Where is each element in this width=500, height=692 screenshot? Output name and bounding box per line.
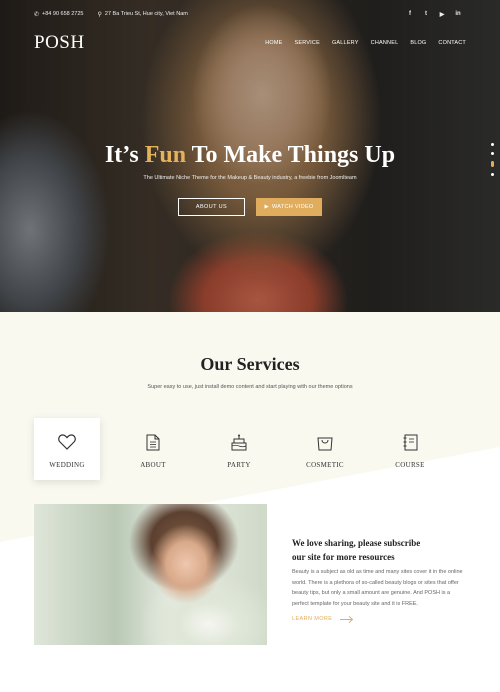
site-logo[interactable]: POSH xyxy=(34,32,85,54)
heart-icon xyxy=(57,432,77,452)
hero-section: ✆ +84 90 658 2725 ⚲ 27 Ba Trieu St, Hue … xyxy=(0,0,500,312)
youtube-icon[interactable]: ▶ xyxy=(434,11,450,18)
feature-title: We love sharing, please subscribe our sit… xyxy=(292,536,462,564)
services-title: Our Services xyxy=(200,354,300,374)
phone-number: +84 90 658 2725 xyxy=(42,11,84,17)
hero-title-end: To Make Things Up xyxy=(186,142,396,168)
service-label: WEDDING xyxy=(49,461,85,469)
feature-text: Beauty is a subject as old as time and m… xyxy=(292,569,463,607)
service-cosmetic[interactable]: COSMETIC xyxy=(292,418,358,480)
service-party[interactable]: PARTY xyxy=(206,418,272,480)
slider-dot[interactable] xyxy=(491,152,494,155)
address-text: 27 Ba Trieu St, Hue city, Viet Nam xyxy=(104,11,188,17)
hero-subtitle: The Ultimate Niche Theme for the Makeup … xyxy=(143,175,357,181)
slider-dot[interactable] xyxy=(491,143,494,146)
play-icon: ▶ xyxy=(264,204,270,210)
arrow-right-icon xyxy=(340,618,353,620)
slider-dot[interactable] xyxy=(491,173,494,176)
location-pin-icon: ⚲ xyxy=(97,11,102,18)
nav-item-service[interactable]: SERVICE xyxy=(295,40,320,46)
service-label: PARTY xyxy=(227,461,251,469)
service-wedding[interactable]: WEDDING xyxy=(34,418,100,480)
hero-title: It’s Fun To Make Things Up xyxy=(0,142,500,169)
nav-item-gallery[interactable]: GALLERY xyxy=(332,40,359,46)
learn-more-link[interactable]: LEARN MORE xyxy=(292,616,353,622)
social-links: f t ▶ in xyxy=(402,11,466,18)
service-course[interactable]: COURSE xyxy=(377,418,443,480)
service-label: ABOUT xyxy=(140,461,166,469)
nav-item-blog[interactable]: BLOG xyxy=(410,40,426,46)
watch-video-label: WATCH VIDEO xyxy=(272,204,314,210)
nav-item-home[interactable]: HOME xyxy=(265,40,282,46)
facebook-icon[interactable]: f xyxy=(402,11,418,18)
notebook-icon xyxy=(400,432,420,452)
hero-title-highlight: Fun xyxy=(144,142,187,168)
phone-contact[interactable]: ✆ +84 90 658 2725 xyxy=(34,11,83,18)
main-nav: HOME SERVICE GALLERY CHANNEL BLOG CONTAC… xyxy=(253,40,466,46)
service-label: COURSE xyxy=(395,461,425,469)
services-subtitle: Super easy to use, just install demo con… xyxy=(147,384,353,390)
learn-more-label: LEARN MORE xyxy=(292,616,333,622)
cake-icon xyxy=(229,432,249,452)
linkedin-icon[interactable]: in xyxy=(450,11,466,18)
shopping-bag-icon xyxy=(315,432,335,452)
feature-title-line2: our site for more resources xyxy=(292,552,395,562)
address-contact: ⚲ 27 Ba Trieu St, Hue city, Viet Nam xyxy=(97,11,187,18)
service-label: COSMETIC xyxy=(306,461,344,469)
phone-icon: ✆ xyxy=(34,11,40,18)
top-bar: ✆ +84 90 658 2725 ⚲ 27 Ba Trieu St, Hue … xyxy=(34,8,466,20)
twitter-icon[interactable]: t xyxy=(418,11,434,18)
nav-item-contact[interactable]: CONTACT xyxy=(438,40,466,46)
slider-dots xyxy=(491,143,494,176)
feature-title-line1: We love sharing, please subscribe xyxy=(292,538,421,548)
hero-title-start: It’s xyxy=(104,142,145,168)
watch-video-button[interactable]: ▶ WATCH VIDEO xyxy=(256,198,322,216)
nav-item-channel[interactable]: CHANNEL xyxy=(371,40,399,46)
bride-photo xyxy=(34,504,267,645)
document-icon xyxy=(143,432,163,452)
about-us-label: ABOUT US xyxy=(195,204,228,210)
service-about[interactable]: ABOUT xyxy=(120,418,186,480)
slider-dot-active[interactable] xyxy=(491,161,494,167)
about-us-button[interactable]: ABOUT US xyxy=(178,198,245,216)
